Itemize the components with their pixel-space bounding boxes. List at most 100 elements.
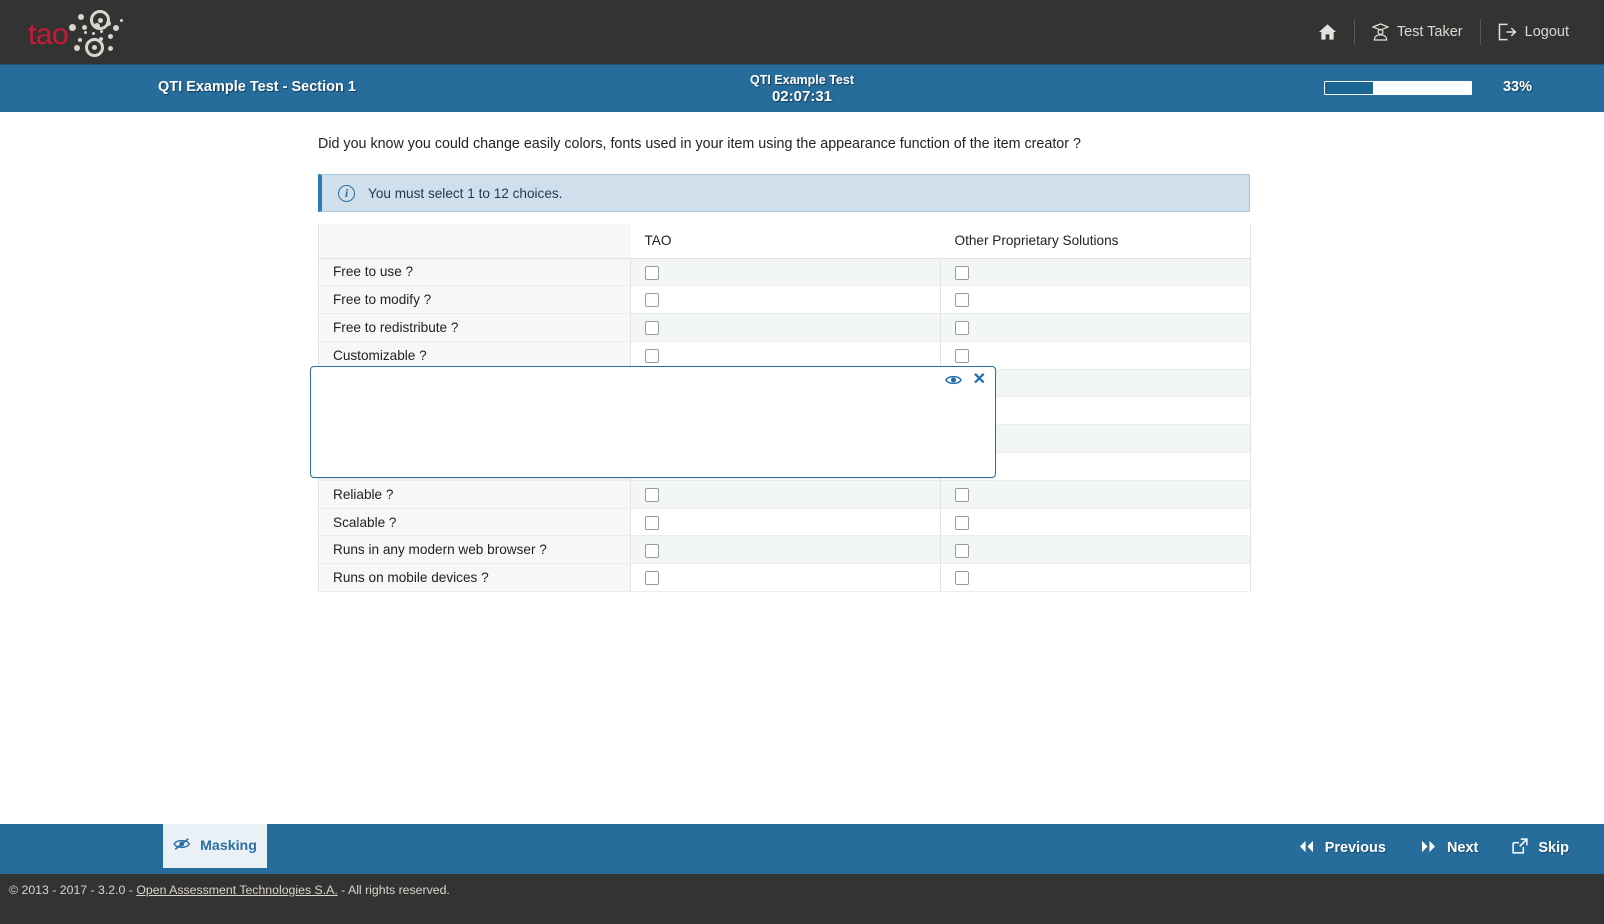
double-chevron-right-icon [1420,840,1437,857]
logo-dot-15 [120,19,123,22]
home-icon [1318,23,1337,41]
checkbox-tao[interactable] [645,321,659,336]
eye-icon[interactable] [944,374,962,386]
masking-overlay[interactable]: ✕ [310,366,996,478]
row-label: Free to redistribute ? [318,313,631,342]
checkbox-tao[interactable] [645,515,659,530]
close-x-icon[interactable]: ✕ [973,372,986,388]
logout-button[interactable]: Logout [1481,18,1586,46]
footer-suffix: - All rights reserved. [337,883,450,897]
top-header-bar: tao Test Taker Logout [0,0,1604,64]
logo-dot-1 [78,14,84,20]
logout-label: Logout [1524,24,1569,40]
eye-slash-icon [173,837,191,856]
checkbox-cell-tao[interactable] [630,480,941,509]
skip-button[interactable]: Skip [1495,833,1586,863]
checkbox-cell-other[interactable] [940,258,1251,287]
checkbox-cell-other[interactable] [940,563,1251,593]
test-taker-button[interactable]: Test Taker [1355,18,1480,46]
checkbox-cell-other[interactable] [940,480,1251,509]
checkbox-tao[interactable] [645,348,659,363]
table-header-other: Other Proprietary Solutions [940,224,1251,259]
checkbox-cell-tao[interactable] [630,563,941,593]
checkbox-cell-tao[interactable] [630,258,941,287]
logo-dot-6 [113,25,119,31]
row-label: Free to use ? [318,258,631,287]
checkbox-cell-other[interactable] [940,508,1251,537]
checkbox-cell-tao[interactable] [630,313,941,342]
table-row: Free to redistribute ? [318,313,1251,342]
checkbox-tao[interactable] [645,265,659,280]
logo-dot-3 [82,25,87,30]
logo-dot-9 [78,38,82,42]
item-content-area: Did you know you could change easily col… [0,112,1604,824]
logo-dot-14 [100,30,103,33]
navigation-buttons: Previous Next Skip [1281,824,1586,872]
checkbox-other[interactable] [955,515,969,530]
graduate-user-icon [1371,23,1389,41]
checkbox-tao[interactable] [645,571,659,586]
row-label: Scalable ? [318,508,631,537]
test-taker-label: Test Taker [1396,24,1463,40]
home-button[interactable] [1301,18,1354,46]
test-section-title: QTI Example Test - Section 1 [158,79,356,95]
table-header-blank [318,224,631,259]
next-label: Next [1446,840,1479,856]
previous-label: Previous [1324,840,1386,856]
row-label: Reliable ? [318,480,631,509]
double-chevron-left-icon [1298,840,1315,857]
next-button[interactable]: Next [1403,833,1495,863]
logo-dot-13 [92,32,95,35]
checkbox-cell-other[interactable] [940,313,1251,342]
logo-dot-7 [108,34,113,39]
checkbox-cell-other[interactable] [940,285,1251,315]
logo-dot-10 [74,45,80,51]
table-header-tao: TAO [630,224,941,259]
checkbox-other[interactable] [955,487,969,502]
logo-dot-8 [99,37,103,41]
checkbox-tao[interactable] [645,543,659,558]
table-row: Reliable ? [318,480,1251,509]
checkbox-cell-tao[interactable] [630,285,941,315]
checkbox-other[interactable] [955,321,969,336]
checkbox-cell-tao[interactable] [630,535,941,565]
checkbox-cell-tao[interactable] [630,508,941,537]
checkbox-tao[interactable] [645,487,659,502]
footer-company-link[interactable]: Open Assessment Technologies S.A. [136,883,337,897]
checkbox-cell-other[interactable] [940,535,1251,565]
checkbox-other[interactable] [955,293,969,308]
checkbox-other[interactable] [955,571,969,586]
checkbox-other[interactable] [955,543,969,558]
info-circle-icon: i [338,184,355,202]
footer-prefix: © 2013 - 2017 - 3.2.0 - [9,883,137,897]
logout-icon [1498,23,1517,41]
masking-tool-label: Masking [200,838,257,854]
progress-percent-label: 33% [1502,79,1532,95]
checkbox-other[interactable] [955,265,969,280]
table-row: Runs on mobile devices ? [318,563,1251,593]
masking-overlay-controls: ✕ [944,372,986,388]
logo-dot-4 [94,23,100,29]
table-row: Runs in any modern web browser ? [318,535,1251,565]
test-action-bar: Masking Previous Next Skip [0,824,1604,872]
progress-bar-track [1324,81,1472,95]
row-label: Free to modify ? [318,285,631,315]
row-label: Runs on mobile devices ? [318,563,631,593]
checkbox-other[interactable] [955,348,969,363]
question-prompt: Did you know you could change easily col… [318,136,1081,152]
external-link-icon [1512,838,1528,858]
logo-ring-top [90,10,110,30]
checkbox-tao[interactable] [645,293,659,308]
page-footer: © 2013 - 2017 - 3.2.0 - Open Assessment … [0,872,1604,924]
logo-dot-11 [108,46,113,51]
tao-logo[interactable]: tao [22,4,132,60]
masking-tool-button[interactable]: Masking [163,824,267,868]
logo-dot-5 [106,21,111,26]
table-head: TAO Other Proprietary Solutions [318,224,1251,259]
logo-wordmark: tao [28,18,69,51]
row-label: Runs in any modern web browser ? [318,535,631,565]
previous-button[interactable]: Previous [1281,833,1403,863]
table-header-row: TAO Other Proprietary Solutions [318,224,1251,259]
table-row: Free to modify ? [318,285,1251,315]
header-actions: Test Taker Logout [1301,0,1586,64]
